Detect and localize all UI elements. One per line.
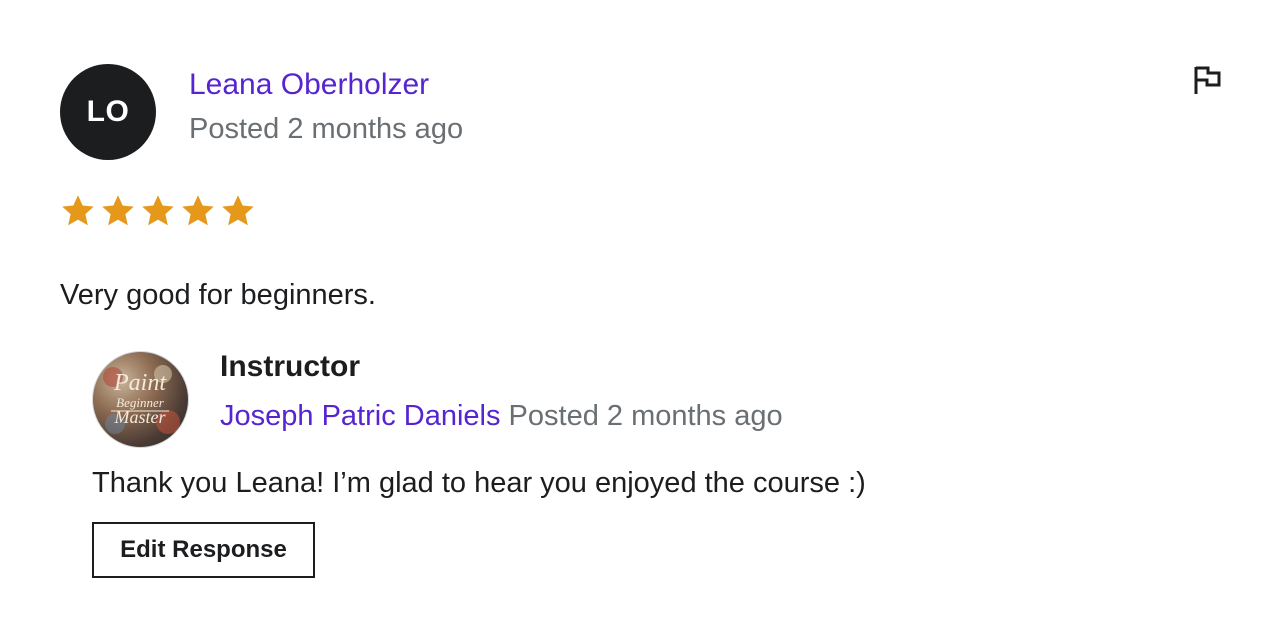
star-icon <box>142 195 174 226</box>
instructor-avatar: Paint Beginner Master <box>92 351 189 448</box>
instructor-role-label: Instructor <box>220 350 361 383</box>
review-posted-date: Posted 2 months ago <box>189 113 464 145</box>
response-posted-date: Posted 2 months ago <box>508 400 783 432</box>
star-rating <box>60 193 256 229</box>
edit-response-button[interactable]: Edit Response <box>92 522 315 578</box>
paint-beginner-master-logo: Paint Beginner Master <box>103 365 180 434</box>
star-icon <box>182 195 214 226</box>
avatar-initials: LO <box>86 95 130 128</box>
reviewer-avatar: LO <box>60 64 156 160</box>
logo-line-1: Paint <box>113 370 167 396</box>
reviewer-name-link[interactable]: Leana Oberholzer <box>189 68 429 102</box>
review-card: LO Leana Oberholzer Posted 2 months ago … <box>0 0 1286 640</box>
star-icon <box>102 195 134 226</box>
logo-line-3: Master <box>114 407 167 427</box>
star-icon <box>62 195 94 226</box>
review-comment: Very good for beginners. <box>60 279 376 311</box>
star-icon <box>222 195 254 226</box>
instructor-name-link[interactable]: Joseph Patric Daniels <box>220 400 500 432</box>
flag-icon[interactable] <box>1192 64 1222 96</box>
instructor-byline: Joseph Patric Daniels Posted 2 months ag… <box>220 400 783 433</box>
instructor-response-text: Thank you Leana! I’m glad to hear you en… <box>92 467 866 499</box>
